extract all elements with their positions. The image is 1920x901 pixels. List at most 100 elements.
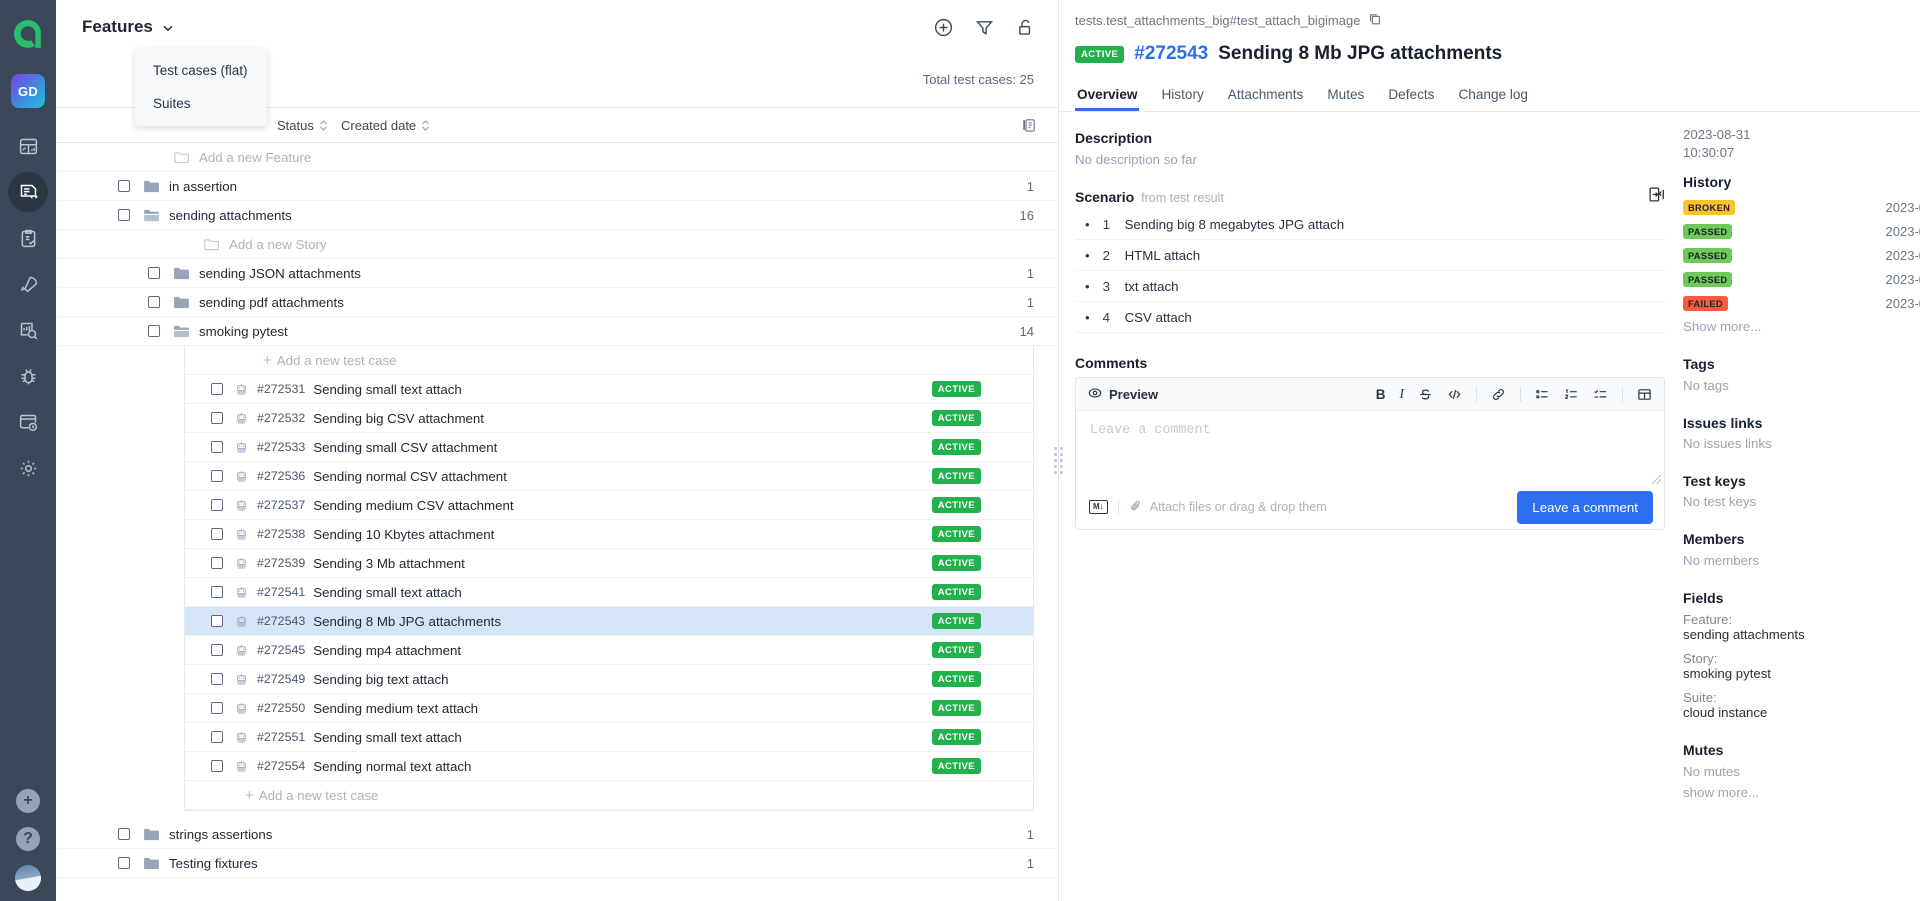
dropdown-item-test-cases-flat[interactable]: Test cases (flat) <box>135 54 267 87</box>
sidebar-item-test-cases[interactable] <box>8 172 48 212</box>
test-case-row[interactable]: #272554Sending normal text attachACTIVE <box>185 752 1033 781</box>
plus-circle-icon[interactable] <box>933 17 954 38</box>
comment-editor[interactable]: Preview B I <box>1075 377 1665 530</box>
folder-row[interactable]: sending JSON attachments1 <box>56 259 1058 288</box>
strikethrough-icon[interactable] <box>1418 387 1433 402</box>
attach-files-dropzone[interactable]: Attach files or drag & drop them <box>1129 499 1327 516</box>
filter-icon[interactable] <box>974 17 995 38</box>
checklist-icon[interactable] <box>1593 387 1608 402</box>
test-case-row[interactable]: #272551Sending small text attachACTIVE <box>185 723 1033 752</box>
row-checkbox[interactable] <box>211 615 223 627</box>
sidebar-item-defects[interactable] <box>8 356 48 396</box>
feature-tree[interactable]: Add a new Featurein assertion1sending at… <box>56 143 1058 901</box>
bold-icon[interactable]: B <box>1376 387 1386 402</box>
tab-overview[interactable]: Overview <box>1075 83 1139 111</box>
column-created-date[interactable]: Created date <box>341 118 430 133</box>
row-checkbox[interactable] <box>211 673 223 685</box>
test-case-row[interactable]: #272538Sending 10 Kbytes attachmentACTIV… <box>185 520 1033 549</box>
folder-row[interactable]: smoking pytest14 <box>56 317 1058 346</box>
row-checkbox[interactable] <box>118 857 130 869</box>
avatar[interactable] <box>15 865 41 891</box>
add-folder-row[interactable]: Add a new Story <box>56 230 1058 259</box>
test-case-row[interactable]: #272541Sending small text attachACTIVE <box>185 578 1033 607</box>
row-checkbox[interactable] <box>211 586 223 598</box>
view-mode-dropdown[interactable]: Test cases (flat) Suites <box>135 48 267 126</box>
row-checkbox[interactable] <box>148 267 160 279</box>
row-checkbox[interactable] <box>118 828 130 840</box>
code-icon[interactable] <box>1447 387 1462 402</box>
test-case-row[interactable]: #272543Sending 8 Mb JPG attachmentsACTIV… <box>185 607 1033 636</box>
copy-icon[interactable] <box>1368 12 1382 29</box>
link-icon[interactable] <box>1491 387 1506 402</box>
sidebar-item-analytics[interactable] <box>8 310 48 350</box>
column-status[interactable]: Status <box>277 118 328 133</box>
row-checkbox[interactable] <box>211 499 223 511</box>
bullet-list-icon[interactable] <box>1535 387 1550 402</box>
folder-row[interactable]: sending attachments16 <box>56 201 1058 230</box>
add-test-case-row[interactable]: +Add a new test case <box>185 346 1033 375</box>
folder-row[interactable]: sending pdf attachments1 <box>56 288 1058 317</box>
panel-resize-handle[interactable] <box>1053 440 1063 480</box>
row-checkbox[interactable] <box>211 731 223 743</box>
history-row[interactable]: FAILED2023-09-13 <box>1683 292 1920 316</box>
tab-mutes[interactable]: Mutes <box>1325 83 1366 111</box>
sidebar-item-dashboard[interactable] <box>8 126 48 166</box>
row-checkbox[interactable] <box>118 209 130 221</box>
history-row[interactable]: PASSED2023-09-13 <box>1683 268 1920 292</box>
row-checkbox[interactable] <box>211 760 223 772</box>
history-row[interactable]: BROKEN2023-09-13 <box>1683 196 1920 220</box>
test-case-row[interactable]: #272537Sending medium CSV attachmentACTI… <box>185 491 1033 520</box>
italic-icon[interactable]: I <box>1400 386 1405 402</box>
help-button[interactable]: ? <box>16 827 40 851</box>
sidebar-item-test-results[interactable] <box>8 402 48 442</box>
numbered-list-icon[interactable] <box>1564 387 1579 402</box>
row-checkbox[interactable] <box>211 470 223 482</box>
markdown-icon[interactable]: M↓ <box>1089 500 1108 514</box>
transfer-icon[interactable] <box>1648 186 1665 208</box>
history-row[interactable]: PASSED2023-09-13 <box>1683 244 1920 268</box>
history-show-more[interactable]: Show more... <box>1683 319 1920 334</box>
row-checkbox[interactable] <box>211 702 223 714</box>
test-case-row[interactable]: #272536Sending normal CSV attachmentACTI… <box>185 462 1033 491</box>
project-avatar[interactable]: GD <box>11 74 45 108</box>
tab-attachments[interactable]: Attachments <box>1226 83 1306 111</box>
row-checkbox[interactable] <box>211 528 223 540</box>
test-case-row[interactable]: #272533Sending small CSV attachmentACTIV… <box>185 433 1033 462</box>
tab-history[interactable]: History <box>1159 83 1205 111</box>
folder-row[interactable]: in assertion1 <box>56 172 1058 201</box>
preview-toggle[interactable]: Preview <box>1088 386 1158 403</box>
row-checkbox[interactable] <box>211 644 223 656</box>
comment-input[interactable]: Leave a comment <box>1076 411 1664 485</box>
add-button[interactable]: + <box>16 789 40 813</box>
leave-comment-button[interactable]: Leave a comment <box>1517 491 1653 524</box>
table-icon[interactable] <box>1637 387 1652 402</box>
test-case-row[interactable]: #272549Sending big text attachACTIVE <box>185 665 1033 694</box>
history-row[interactable]: PASSED2023-09-13 <box>1683 220 1920 244</box>
row-checkbox[interactable] <box>211 383 223 395</box>
tab-defects[interactable]: Defects <box>1386 83 1436 111</box>
test-case-row[interactable]: #272532Sending big CSV attachmentACTIVE <box>185 404 1033 433</box>
textarea-resize-handle[interactable] <box>1652 475 1661 484</box>
sidebar-item-launches[interactable] <box>8 264 48 304</box>
add-test-case-row[interactable]: +Add a new test case <box>185 781 1033 810</box>
mutes-show-more[interactable]: show more... <box>1683 785 1920 800</box>
view-mode-switcher[interactable]: Features <box>82 17 175 37</box>
row-checkbox[interactable] <box>148 325 160 337</box>
folder-row[interactable]: strings assertions1 <box>56 820 1058 849</box>
row-checkbox[interactable] <box>118 180 130 192</box>
sidebar-item-test-plans[interactable] <box>8 218 48 258</box>
detail-tabs[interactable]: OverviewHistoryAttachmentsMutesDefectsCh… <box>1059 83 1920 112</box>
dropdown-item-suites[interactable]: Suites <box>135 87 267 120</box>
allure-logo-icon[interactable] <box>6 12 50 56</box>
row-checkbox[interactable] <box>211 441 223 453</box>
folder-row[interactable]: Testing fixtures1 <box>56 849 1058 878</box>
unlock-icon[interactable] <box>1015 17 1036 38</box>
test-case-row[interactable]: #272539Sending 3 Mb attachmentACTIVE <box>185 549 1033 578</box>
columns-settings-icon[interactable] <box>1020 116 1038 134</box>
add-folder-row[interactable]: Add a new Feature <box>56 143 1058 172</box>
test-case-row[interactable]: #272531Sending small text attachACTIVE <box>185 375 1033 404</box>
test-case-row[interactable]: #272545Sending mp4 attachmentACTIVE <box>185 636 1033 665</box>
row-checkbox[interactable] <box>211 412 223 424</box>
test-case-id[interactable]: #272543 <box>1134 43 1208 65</box>
sidebar-item-settings[interactable] <box>8 448 48 488</box>
